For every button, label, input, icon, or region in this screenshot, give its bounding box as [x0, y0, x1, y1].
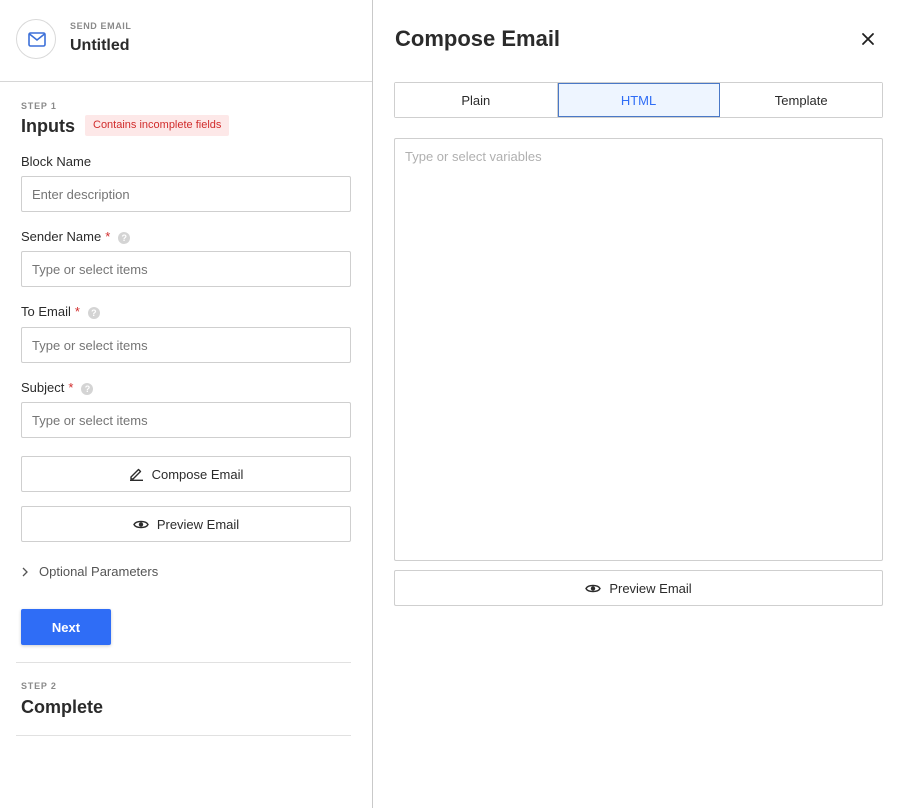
- close-icon: [862, 33, 874, 45]
- required-marker: *: [74, 304, 80, 319]
- tab-template[interactable]: Template: [720, 83, 883, 117]
- subject-input[interactable]: [21, 402, 351, 438]
- required-marker: *: [68, 380, 74, 395]
- preview-email-button[interactable]: Preview Email: [21, 506, 351, 542]
- next-button[interactable]: Next: [21, 609, 111, 645]
- close-button[interactable]: [858, 29, 878, 49]
- step2-label: STEP 2: [21, 681, 57, 691]
- help-icon[interactable]: ?: [118, 232, 131, 244]
- compose-panel-title: Compose Email: [395, 26, 561, 51]
- tab-html[interactable]: HTML: [557, 83, 721, 117]
- format-tabs: Plain HTML Template: [394, 82, 883, 118]
- compose-email-label: Compose Email: [151, 466, 244, 482]
- divider: [16, 662, 351, 663]
- mail-icon: [28, 32, 46, 47]
- block-name-input[interactable]: [21, 176, 351, 212]
- optional-parameters-toggle[interactable]: Optional Parameters: [21, 564, 158, 579]
- step1-title: Inputs: [21, 116, 75, 136]
- email-body-editor[interactable]: Type or select variables: [394, 138, 883, 561]
- compose-email-button[interactable]: Compose Email: [21, 456, 351, 492]
- panel-divider: [372, 0, 373, 808]
- preview-email-label: Preview Email: [156, 516, 240, 532]
- compose-preview-email-label: Preview Email: [609, 580, 692, 596]
- subject-label: Subject *?: [21, 380, 94, 395]
- block-name-label-text: Block Name: [21, 154, 92, 169]
- step1-label: STEP 1: [21, 101, 57, 111]
- help-icon[interactable]: ?: [87, 307, 100, 319]
- block-title: Untitled: [70, 37, 130, 54]
- optional-parameters-label: Optional Parameters: [39, 564, 159, 579]
- to-email-input[interactable]: [21, 327, 351, 363]
- divider: [16, 735, 351, 736]
- block-name-label: Block Name: [21, 154, 91, 169]
- block-avatar: [16, 19, 56, 59]
- block-header: SEND EMAIL Untitled: [0, 0, 372, 82]
- chevron-right-icon: [22, 567, 28, 576]
- left-panel: SEND EMAIL Untitled STEP 1 Inputs Contai…: [0, 0, 372, 808]
- tab-plain[interactable]: Plain: [395, 83, 558, 117]
- incomplete-badge: Contains incomplete fields: [85, 115, 230, 136]
- help-icon[interactable]: ?: [81, 383, 94, 395]
- sender-name-label-text: Sender Name: [21, 229, 102, 244]
- sender-name-label: Sender Name *?: [21, 229, 131, 244]
- editor-placeholder: Type or select variables: [405, 149, 542, 164]
- pencil-icon: [129, 468, 143, 481]
- compose-preview-email-button[interactable]: Preview Email: [394, 570, 883, 606]
- subject-label-text: Subject: [21, 380, 65, 395]
- required-marker: *: [105, 229, 111, 244]
- block-type-label: SEND EMAIL: [70, 21, 132, 31]
- sender-name-input[interactable]: [21, 251, 351, 287]
- eye-icon: [585, 584, 602, 592]
- to-email-label-text: To Email: [21, 304, 71, 319]
- to-email-label: To Email *?: [21, 304, 100, 319]
- eye-icon: [133, 520, 149, 528]
- step2-title: Complete: [21, 697, 104, 717]
